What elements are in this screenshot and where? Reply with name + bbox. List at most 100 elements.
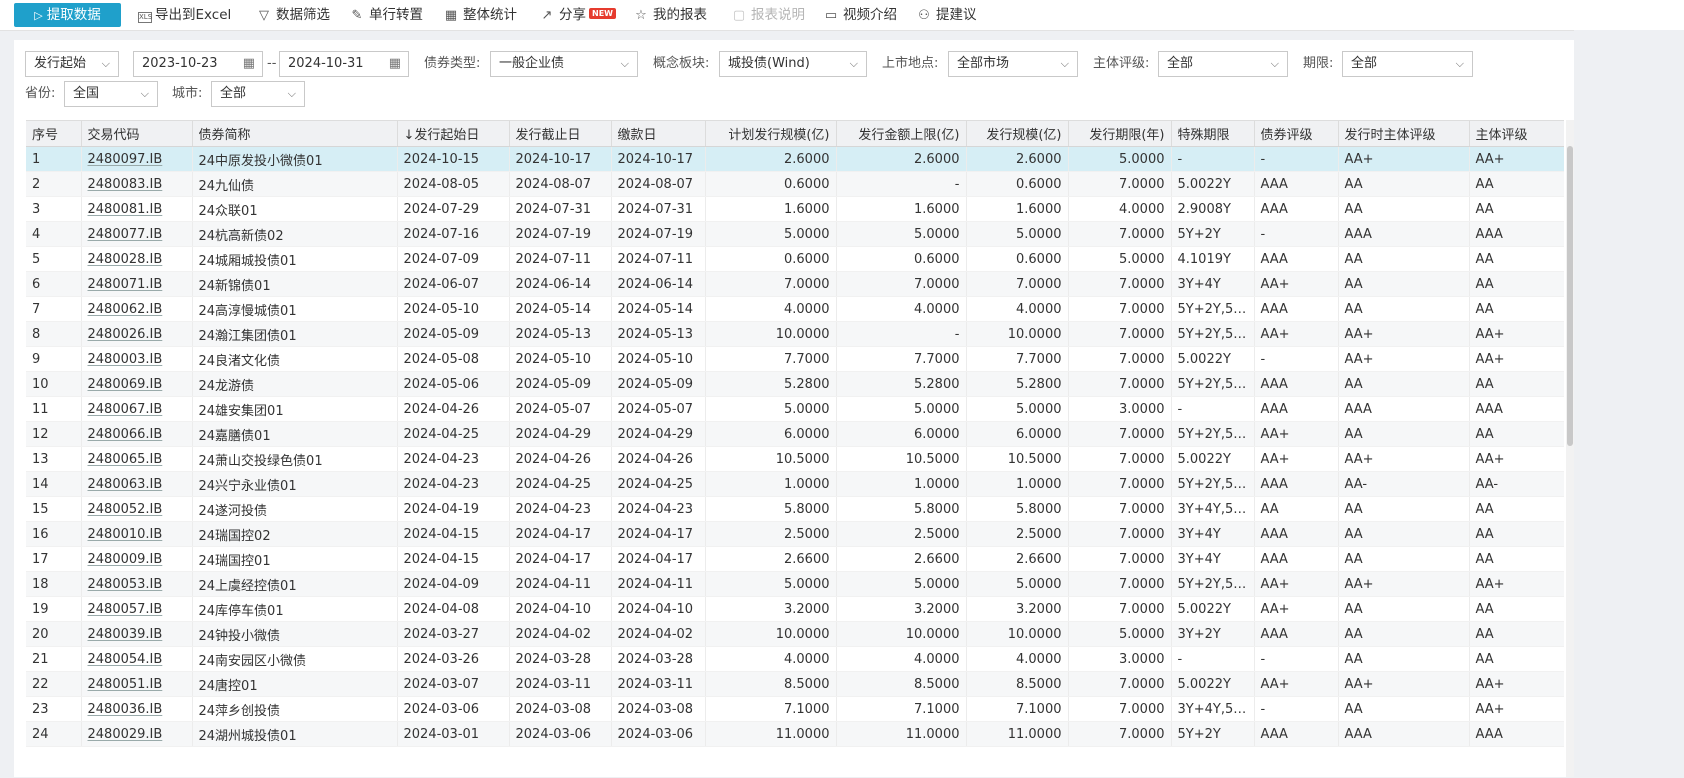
trade-code-link[interactable]: 2480067.IB xyxy=(81,396,193,422)
trade-code-link[interactable]: 2480036.IB xyxy=(81,696,193,722)
vertical-scrollbar-thumb[interactable] xyxy=(1567,146,1573,446)
table-row[interactable]: 24 2480029.IB 24湖州城投债01 2024-03-01 2024-03-0… xyxy=(26,721,1564,747)
table-row[interactable]: 10 2480069.IB 24龙游债 2024-05-06 2024-05-09 202… xyxy=(26,371,1564,397)
table-row[interactable]: 21 2480054.IB 24南安园区小微债 2024-03-26 2024-03-2… xyxy=(26,646,1564,672)
table-cell: 23 xyxy=(26,696,82,722)
table-cell: 11.0000 xyxy=(836,721,967,747)
chevron-down-icon: ⌵ xyxy=(140,87,149,100)
overall-stats-button[interactable]: ▦ 整体统计 xyxy=(442,0,517,30)
trade-code-link[interactable]: 2480026.IB xyxy=(81,321,193,347)
table-cell: AA xyxy=(1338,696,1470,722)
trade-code-link[interactable]: 2480071.IB xyxy=(81,271,193,297)
term-label: 期限: xyxy=(1303,56,1334,71)
user-icon: ⚇ xyxy=(918,8,930,23)
column-header[interactable]: 主体评级 xyxy=(1469,121,1564,147)
table-row[interactable]: 23 2480036.IB 24萍乡创投债 2024-03-06 2024-03-08 2… xyxy=(26,696,1564,722)
column-header[interactable]: 序号 xyxy=(26,121,82,147)
trade-code-link[interactable]: 2480052.IB xyxy=(81,496,193,522)
trade-code-link[interactable]: 2480003.IB xyxy=(81,346,193,372)
trade-code-link[interactable]: 2480010.IB xyxy=(81,521,193,547)
trade-code-link[interactable]: 2480009.IB xyxy=(81,546,193,572)
date-type-select[interactable]: 发行起始 ⌵ xyxy=(25,51,119,77)
table-row[interactable]: 17 2480009.IB 24瑞国控01 2024-04-15 2024-04-17 2… xyxy=(26,546,1564,572)
date-from-input[interactable]: 2023-10-23 ▦ xyxy=(133,51,263,77)
table-row[interactable]: 5 2480028.IB 24城厢城投债01 2024-07-09 2024-07-11… xyxy=(26,246,1564,272)
table-cell: 2024-05-07 xyxy=(611,396,706,422)
trade-code-link[interactable]: 2480062.IB xyxy=(81,296,193,322)
column-header[interactable]: 特殊期限 xyxy=(1171,121,1255,147)
table-row[interactable]: 9 2480003.IB 24良渚文化债 2024-05-08 2024-05-10 20… xyxy=(26,346,1564,372)
trade-code-link[interactable]: 2480065.IB xyxy=(81,446,193,472)
table-row[interactable]: 13 2480065.IB 24萧山交投绿色债01 2024-04-23 2024-04… xyxy=(26,446,1564,472)
trade-code-link[interactable]: 2480097.IB xyxy=(81,146,193,172)
column-header[interactable]: 债券评级 xyxy=(1254,121,1339,147)
table-row[interactable]: 16 2480010.IB 24瑞国控02 2024-04-15 2024-04-17 2… xyxy=(26,521,1564,547)
table-row[interactable]: 8 2480026.IB 24瀚江集团债01 2024-05-09 2024-05-13… xyxy=(26,321,1564,347)
report-description-button[interactable]: ▢ 报表说明 xyxy=(730,0,805,30)
table-cell: 7.1000 xyxy=(705,696,837,722)
suggest-button[interactable]: ⚇ 提建议 xyxy=(915,0,976,30)
column-header[interactable]: 缴款日 xyxy=(611,121,706,147)
trade-code-link[interactable]: 2480069.IB xyxy=(81,371,193,397)
table-row[interactable]: 14 2480063.IB 24兴宁永业债01 2024-04-23 2024-04-2… xyxy=(26,471,1564,497)
table-row[interactable]: 3 2480081.IB 24众联01 2024-07-29 2024-07-31 202… xyxy=(26,196,1564,222)
trade-code-link[interactable]: 2480051.IB xyxy=(81,671,193,697)
table-row[interactable]: 2 2480083.IB 24九仙债 2024-08-05 2024-08-07 2024… xyxy=(26,171,1564,197)
trade-code-link[interactable]: 2480053.IB xyxy=(81,571,193,597)
table-row[interactable]: 15 2480052.IB 24遂河投债 2024-04-19 2024-04-23 20… xyxy=(26,496,1564,522)
column-header[interactable]: 发行期限(年) xyxy=(1068,121,1172,147)
table-cell: 2024-07-11 xyxy=(611,246,706,272)
table-row[interactable]: 11 2480067.IB 24雄安集团01 2024-04-26 2024-05-07… xyxy=(26,396,1564,422)
trade-code-link[interactable]: 2480083.IB xyxy=(81,171,193,197)
trade-code-link[interactable]: 2480066.IB xyxy=(81,421,193,447)
table-row[interactable]: 12 2480066.IB 24嘉膳债01 2024-04-25 2024-04-29 2… xyxy=(26,421,1564,447)
table-row[interactable]: 20 2480039.IB 24钟投小微债 2024-03-27 2024-04-02 2… xyxy=(26,621,1564,647)
fetch-data-button[interactable]: ▷ 提取数据 xyxy=(14,3,121,27)
bond-type-select[interactable]: 一般企业债 ⌵ xyxy=(490,51,638,77)
trade-code-link[interactable]: 2480054.IB xyxy=(81,646,193,672)
my-reports-button[interactable]: ☆ 我的报表 xyxy=(632,0,707,30)
table-row[interactable]: 22 2480051.IB 24唐控01 2024-03-07 2024-03-11 20… xyxy=(26,671,1564,697)
table-row[interactable]: 19 2480057.IB 24库停车债01 2024-04-08 2024-04-10… xyxy=(26,596,1564,622)
share-button[interactable]: ↗ 分享 NEW xyxy=(538,0,616,30)
table-row[interactable]: 6 2480071.IB 24新锦债01 2024-06-07 2024-06-14 20… xyxy=(26,271,1564,297)
column-header[interactable]: 交易代码 xyxy=(81,121,193,147)
trade-code-link[interactable]: 2480057.IB xyxy=(81,596,193,622)
column-header[interactable]: 发行金额上限(亿) xyxy=(836,121,967,147)
column-header[interactable]: 计划发行规模(亿) xyxy=(705,121,837,147)
column-header[interactable]: 发行规模(亿) xyxy=(966,121,1069,147)
city-select[interactable]: 全部 ⌵ xyxy=(211,81,305,107)
rating-select[interactable]: 全部 ⌵ xyxy=(1158,51,1288,77)
table-row[interactable]: 7 2480062.IB 24高淳慢城债01 2024-05-10 2024-05-14… xyxy=(26,296,1564,322)
column-header-sorted[interactable]: ↓发行起始日 xyxy=(397,121,510,147)
table-row[interactable]: 1 2480097.IB 24中原发投小微债01 2024-10-15 2024-10-… xyxy=(26,146,1564,172)
column-header[interactable]: 发行截止日 xyxy=(509,121,612,147)
table-cell: 7.0000 xyxy=(705,271,837,297)
table-cell: 8.5000 xyxy=(705,671,837,697)
concept-select[interactable]: 城投债(Wind) ⌵ xyxy=(719,51,867,77)
table-cell: 2024-08-07 xyxy=(509,171,612,197)
trade-code-link[interactable]: 2480029.IB xyxy=(81,721,193,747)
term-select[interactable]: 全部 ⌵ xyxy=(1342,51,1473,77)
column-header[interactable]: 发行时主体评级 xyxy=(1338,121,1470,147)
export-excel-button[interactable]: XLS 导出到Excel xyxy=(138,0,231,30)
trade-code-link[interactable]: 2480063.IB xyxy=(81,471,193,497)
column-header[interactable]: 债券简称 xyxy=(192,121,398,147)
row-transpose-button[interactable]: ✎ 单行转置 xyxy=(348,0,423,30)
table-cell: 7.0000 xyxy=(836,271,967,297)
trade-code-link[interactable]: 2480077.IB xyxy=(81,221,193,247)
data-filter-button[interactable]: ▽ 数据筛选 xyxy=(255,0,330,30)
video-intro-button[interactable]: ▭ 视频介绍 xyxy=(822,0,897,30)
table-row[interactable]: 4 2480077.IB 24杭高新债02 2024-07-16 2024-07-19 2… xyxy=(26,221,1564,247)
date-to-input[interactable]: 2024-10-31 ▦ xyxy=(279,51,409,77)
table-cell: 2024-04-11 xyxy=(611,571,706,597)
trade-code-link[interactable]: 2480039.IB xyxy=(81,621,193,647)
market-select[interactable]: 全部市场 ⌵ xyxy=(948,51,1078,77)
table-row[interactable]: 18 2480053.IB 24上虞经控债01 2024-04-09 2024-04-1… xyxy=(26,571,1564,597)
table-cell: 2.5000 xyxy=(836,521,967,547)
trade-code-link[interactable]: 2480028.IB xyxy=(81,246,193,272)
trade-code-link[interactable]: 2480081.IB xyxy=(81,196,193,222)
table-cell: 10.0000 xyxy=(836,621,967,647)
province-select[interactable]: 全国 ⌵ xyxy=(64,81,158,107)
table-cell: 5.0022Y xyxy=(1171,446,1255,472)
